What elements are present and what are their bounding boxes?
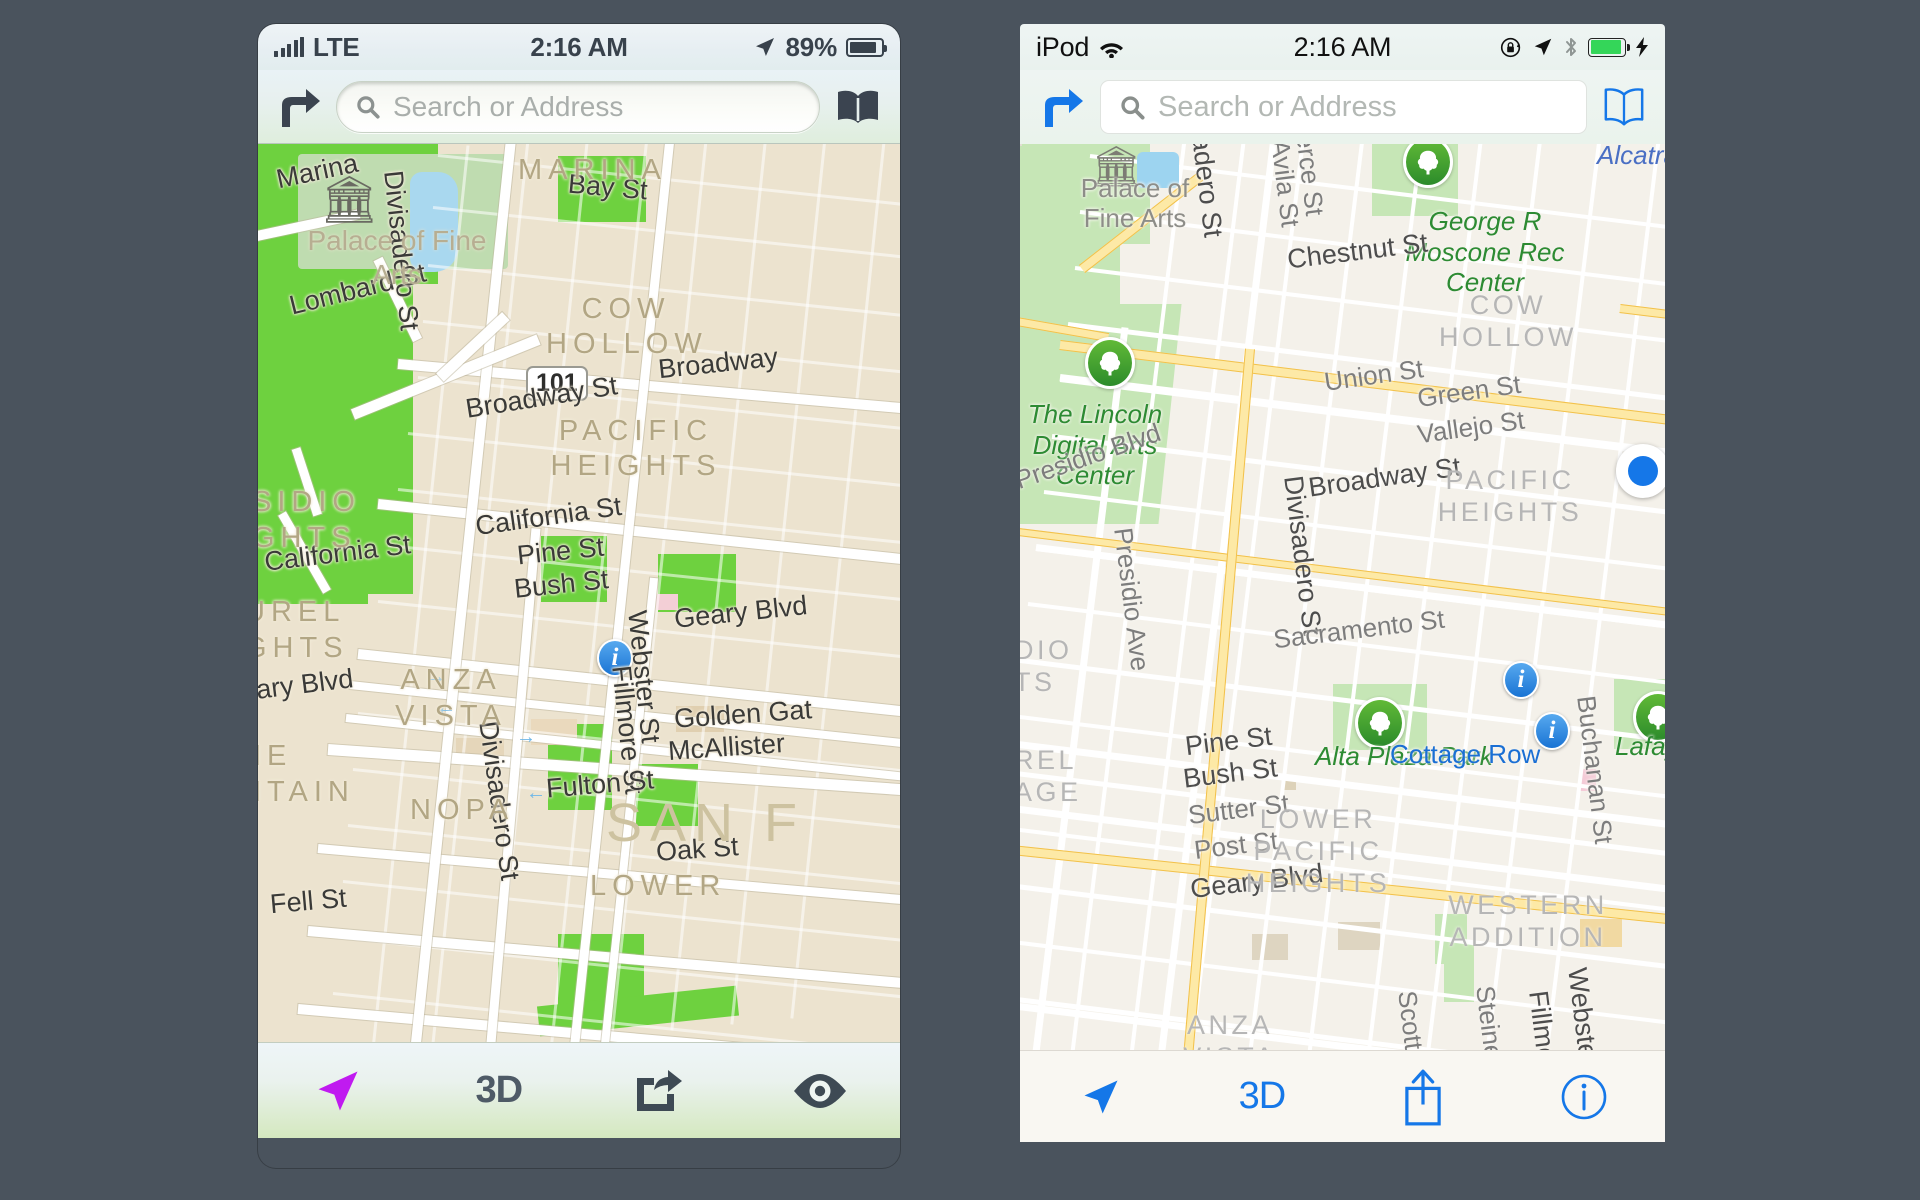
- info-pin[interactable]: i: [1503, 661, 1539, 699]
- bookmarks-book-icon[interactable]: [834, 87, 882, 127]
- map-canvas-right[interactable]: 🏛 🏢 i i Palace of Fine Arts Alcatraz Is …: [1020, 144, 1665, 1050]
- nav-bar-left: Search or Address: [258, 70, 900, 144]
- wifi-icon: [1100, 42, 1124, 58]
- toolbar-left: 3D: [258, 1042, 900, 1138]
- view-mode-button[interactable]: 3D: [419, 1069, 580, 1112]
- info-button[interactable]: [1504, 1073, 1665, 1121]
- directions-turn-right-icon[interactable]: [1038, 85, 1086, 129]
- search-icon: [1121, 95, 1145, 120]
- info-pin[interactable]: i: [1534, 712, 1570, 750]
- signal-bars-icon: [274, 37, 304, 57]
- status-bar-left: LTE 2:16 AM 89%: [258, 24, 900, 70]
- search-input[interactable]: Search or Address: [336, 80, 820, 133]
- status-bar-right: iPod 2:16 AM: [1020, 24, 1665, 70]
- carrier-label: iPod: [1036, 31, 1090, 62]
- location-arrow-icon: [755, 38, 774, 56]
- view-mode-label: 3D: [1238, 1075, 1287, 1117]
- location-arrow-icon: [318, 1071, 358, 1110]
- view-mode-button[interactable]: 3D: [1181, 1075, 1342, 1118]
- phone-ios6: LTE 2:16 AM 89% Search or Address 🏛 101 …: [258, 24, 900, 1168]
- directions-turn-right-icon[interactable]: [276, 85, 322, 129]
- highway-shield: 101: [526, 366, 588, 401]
- screenshot-stage: LTE 2:16 AM 89% Search or Address 🏛 101 …: [0, 0, 1920, 1200]
- location-arrow-icon: [1084, 1080, 1118, 1113]
- battery-icon: [846, 37, 887, 57]
- tree-icon: [1099, 351, 1121, 376]
- carrier-label: LTE: [313, 31, 360, 62]
- search-icon: [357, 95, 380, 119]
- share-button[interactable]: [1343, 1068, 1504, 1126]
- tree-icon: [1647, 705, 1665, 730]
- bookmarks-book-icon[interactable]: [1601, 85, 1647, 129]
- search-placeholder: Search or Address: [393, 90, 624, 122]
- map-canvas-left[interactable]: 🏛 101 i → ← → ← Marina Bay St Divisadero…: [258, 144, 900, 1042]
- park-tree-pin[interactable]: [1355, 697, 1405, 749]
- view-mode-label: 3D: [475, 1069, 523, 1111]
- museum-icon: 🏛: [320, 173, 379, 225]
- eye-icon: [793, 1073, 846, 1108]
- nav-bar-right: Search or Address: [1020, 70, 1665, 144]
- battery-percent-label: 89%: [785, 31, 838, 62]
- park-tree-pin[interactable]: [1085, 337, 1135, 389]
- phone-ios7: iPod 2:16 AM Search or Address 🏛 i i Pal…: [1020, 24, 1665, 1168]
- search-placeholder: Search or Address: [1158, 90, 1397, 123]
- location-arrow-icon: [1534, 38, 1552, 56]
- bluetooth-icon: [1566, 38, 1576, 56]
- share-box-arrow-icon: [637, 1069, 683, 1111]
- toolbar-right: 3D: [1020, 1050, 1665, 1142]
- charging-bolt-icon: [1636, 37, 1648, 57]
- tracking-arrow-button[interactable]: [1020, 1074, 1181, 1120]
- info-pin[interactable]: i: [597, 639, 633, 677]
- search-input[interactable]: Search or Address: [1100, 80, 1587, 134]
- tracking-arrow-button[interactable]: [258, 1064, 419, 1118]
- share-box-arrow-up-icon: [1405, 1069, 1441, 1125]
- info-circle-icon: [1562, 1074, 1607, 1119]
- user-location-dot: [1616, 444, 1665, 498]
- tree-icon: [1417, 150, 1439, 175]
- share-button[interactable]: [579, 1068, 740, 1114]
- tree-icon: [1369, 711, 1391, 736]
- battery-icon: [1588, 37, 1630, 57]
- rotation-lock-icon: [1500, 37, 1521, 57]
- museum-icon: 🏛: [1091, 145, 1142, 189]
- map-mode-button[interactable]: [740, 1073, 901, 1109]
